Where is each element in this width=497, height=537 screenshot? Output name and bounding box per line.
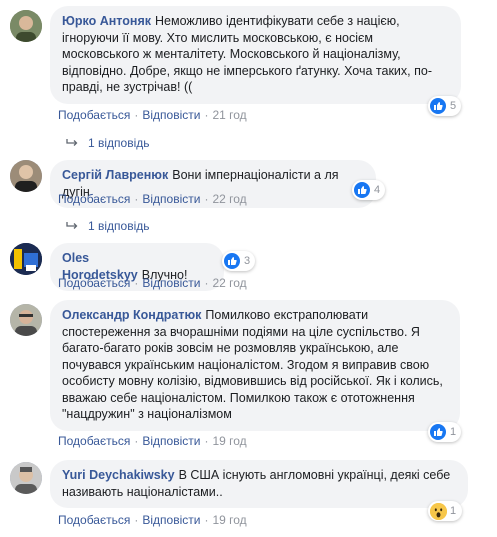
like-link[interactable]: Подобається [58, 108, 130, 122]
separator: · [204, 192, 209, 206]
replies-count[interactable]: 1 відповідь [88, 136, 150, 150]
like-link[interactable]: Подобається [58, 192, 130, 206]
timestamp[interactable]: 19 год [212, 434, 246, 448]
reaction-summary[interactable]: 1 [428, 501, 463, 521]
reaction-count: 1 [450, 426, 457, 438]
like-reaction-icon [430, 424, 446, 440]
reaction-summary[interactable]: 4 [352, 180, 386, 200]
comment-bubble: Юрко Антоняк Неможливо ідентифікувати себ… [50, 6, 461, 104]
comment-author[interactable]: Yuri Deychakiwsky [62, 468, 175, 482]
reaction-summary[interactable]: 1 [428, 422, 462, 442]
avatar[interactable] [10, 10, 42, 42]
comment-author[interactable]: Юрко Антоняк [62, 14, 151, 28]
reaction-count: 1 [450, 505, 457, 517]
reaction-count: 4 [374, 184, 381, 196]
separator: · [134, 434, 139, 448]
separator: · [204, 108, 209, 122]
avatar[interactable] [10, 304, 42, 336]
view-replies-link[interactable]: 1 відповідь [66, 136, 150, 150]
comment-actions: Подобається · Відповісти · 21 год [58, 108, 247, 122]
comment-text: Помилково екстраполювати спостереження з… [62, 308, 443, 421]
like-reaction-icon [224, 253, 240, 269]
separator: · [204, 513, 209, 527]
like-reaction-icon [354, 182, 370, 198]
like-reaction-icon [430, 98, 446, 114]
reaction-count: 5 [450, 100, 457, 112]
comment-author[interactable]: Олександр Кондратюк [62, 308, 201, 322]
comment-actions: Подобається · Відповісти · 19 год [58, 434, 247, 448]
reply-arrow-icon [66, 136, 78, 150]
comment-bubble: Yuri Deychakiwsky В США існують англомовн… [50, 460, 468, 508]
reply-link[interactable]: Відповісти [142, 434, 200, 448]
comment-actions: Подобається · Відповісти · 22 год [58, 276, 247, 290]
like-link[interactable]: Подобається [58, 513, 130, 527]
avatar[interactable] [10, 243, 42, 275]
separator: · [134, 513, 139, 527]
reaction-count: 3 [244, 255, 251, 267]
reply-link[interactable]: Відповісти [142, 276, 200, 290]
comment-actions: Подобається · Відповісти · 19 год [58, 513, 247, 527]
separator: · [134, 192, 139, 206]
reply-link[interactable]: Відповісти [142, 108, 200, 122]
wow-reaction-icon [430, 502, 447, 520]
avatar[interactable] [10, 462, 42, 494]
avatar[interactable] [10, 160, 42, 192]
comment-actions: Подобається · Відповісти · 22 год [58, 192, 247, 206]
separator: · [134, 108, 139, 122]
reply-link[interactable]: Відповісти [142, 192, 200, 206]
comment-author[interactable]: Сергій Лавренюк [62, 168, 168, 182]
timestamp[interactable]: 21 год [212, 108, 246, 122]
reply-arrow-icon [66, 219, 78, 233]
separator: · [204, 434, 209, 448]
comment-bubble: Олександр Кондратюк Помилково екстраполюв… [50, 300, 460, 431]
view-replies-link[interactable]: 1 відповідь [66, 219, 150, 233]
timestamp[interactable]: 19 год [212, 513, 246, 527]
timestamp[interactable]: 22 год [212, 192, 246, 206]
like-link[interactable]: Подобається [58, 276, 130, 290]
reply-link[interactable]: Відповісти [142, 513, 200, 527]
separator: · [134, 276, 139, 290]
replies-count[interactable]: 1 відповідь [88, 219, 150, 233]
like-link[interactable]: Подобається [58, 434, 130, 448]
timestamp[interactable]: 22 год [212, 276, 246, 290]
reaction-summary[interactable]: 5 [428, 96, 462, 116]
separator: · [204, 276, 209, 290]
reaction-summary[interactable]: 3 [222, 251, 256, 271]
